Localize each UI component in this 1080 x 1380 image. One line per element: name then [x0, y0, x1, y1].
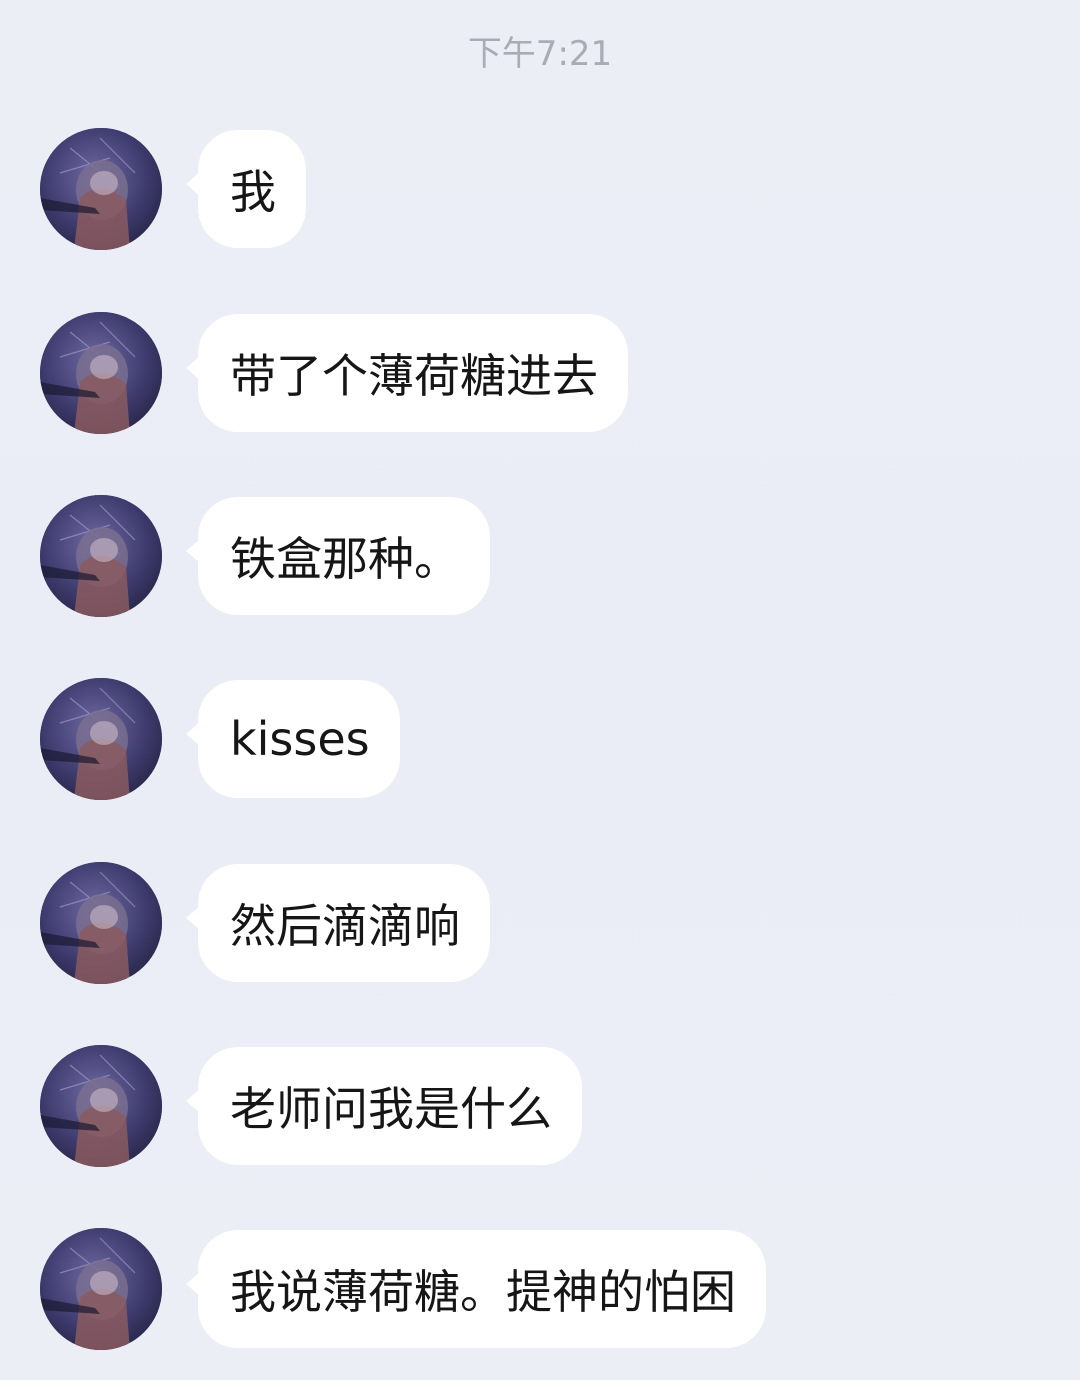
bubble-tail: [186, 356, 200, 380]
avatar[interactable]: [40, 128, 162, 250]
avatar[interactable]: [40, 1228, 162, 1350]
avatar[interactable]: [40, 1045, 162, 1167]
message-text: 然后滴滴响: [230, 899, 460, 953]
message-bubble[interactable]: 我说薄荷糖。提神的怕困: [186, 1230, 766, 1348]
bubble-tail: [186, 1089, 200, 1113]
message-timestamp: 下午7:21: [467, 34, 613, 74]
chat-view: 下午7:21 我 带了个薄荷糖进去 铁盒那种。 kisses 然后滴滴响 老师问…: [0, 0, 1080, 1380]
message-text: 带了个薄荷糖进去: [230, 349, 598, 403]
bubble-tail: [186, 906, 200, 930]
message-text: 我: [230, 165, 276, 219]
bubble-tail: [186, 172, 200, 196]
message-bubble[interactable]: kisses: [186, 680, 400, 798]
message-bubble[interactable]: 带了个薄荷糖进去: [186, 314, 628, 432]
anime-avatar-icon: [40, 312, 162, 434]
message-bubble[interactable]: 老师问我是什么: [186, 1047, 582, 1165]
message-text: kisses: [230, 712, 370, 766]
bubble-tail: [186, 1272, 200, 1296]
message-bubble[interactable]: 我: [186, 130, 306, 248]
message-text: 我说薄荷糖。提神的怕困: [230, 1265, 736, 1319]
anime-avatar-icon: [40, 1228, 162, 1350]
message-text: 铁盒那种。: [230, 532, 460, 586]
bubble-tail: [186, 539, 200, 563]
anime-avatar-icon: [40, 862, 162, 984]
avatar[interactable]: [40, 862, 162, 984]
message-text: 老师问我是什么: [230, 1082, 552, 1136]
avatar[interactable]: [40, 312, 162, 434]
message-bubble[interactable]: 铁盒那种。: [186, 497, 490, 615]
message-bubble[interactable]: 然后滴滴响: [186, 864, 490, 982]
avatar[interactable]: [40, 495, 162, 617]
anime-avatar-icon: [40, 1045, 162, 1167]
anime-avatar-icon: [40, 495, 162, 617]
anime-avatar-icon: [40, 128, 162, 250]
anime-avatar-icon: [40, 678, 162, 800]
bubble-tail: [186, 722, 200, 746]
avatar[interactable]: [40, 678, 162, 800]
